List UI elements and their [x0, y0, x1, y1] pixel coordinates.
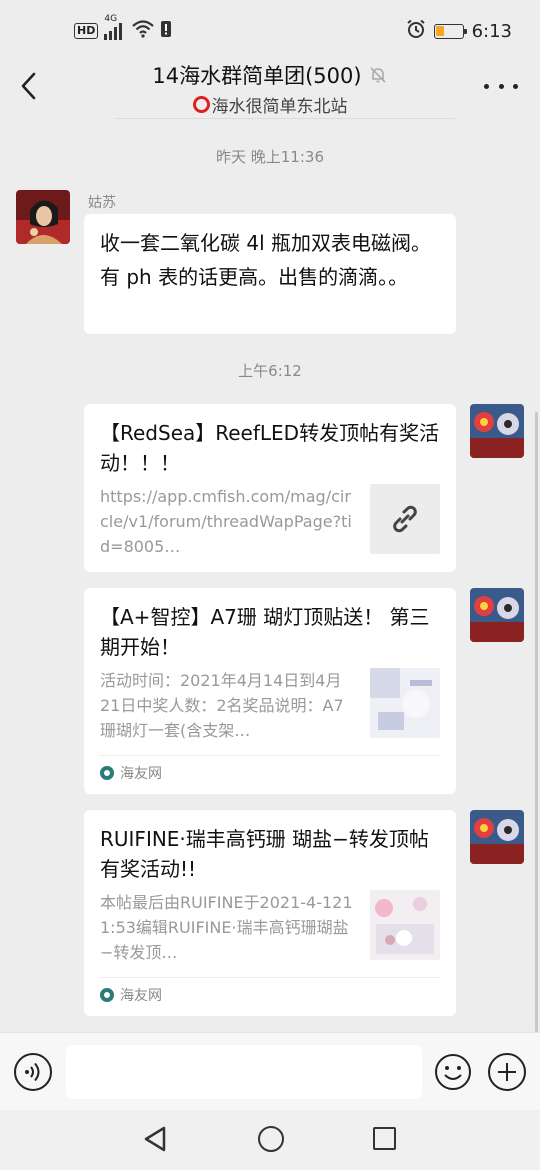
- source-logo-icon: [100, 765, 114, 780]
- link-card[interactable]: 【A+智控】A7珊 瑚灯顶贴送！ 第三期开始！ 活动时间：2021年4月14日到…: [84, 588, 456, 794]
- card-thumbnail: [370, 668, 440, 738]
- network-label: 4G: [104, 14, 118, 24]
- emoji-button[interactable]: [434, 1053, 472, 1091]
- card-title: 【RedSea】ReefLED转发顶帖有奖活动！！！: [100, 421, 440, 475]
- avatar[interactable]: [16, 190, 70, 244]
- card-desc: 本帖最后由RUIFINE于2021-4-1211:53编辑RUIFINE·瑞丰高…: [100, 893, 353, 962]
- emoji-icon: [435, 1054, 471, 1090]
- hd-badge: HD: [74, 23, 99, 39]
- timestamp: 昨天 晚上11:36: [216, 148, 324, 166]
- message-text: 收一套二氧化碳 4l 瓶加双表电磁阀。有 ph 表的话更高。出售的滴滴。。: [100, 231, 431, 289]
- scrollbar[interactable]: [535, 412, 538, 1032]
- chat-subtitle: 海水很简单东北站: [211, 97, 348, 117]
- system-nav-bar: [0, 1110, 540, 1170]
- text-message[interactable]: 收一套二氧化碳 4l 瓶加双表电磁阀。有 ph 表的话更高。出售的滴滴。。: [84, 214, 456, 334]
- red-ring-icon: [192, 96, 210, 113]
- sender-name: 姑苏: [88, 195, 116, 211]
- nav-back-icon[interactable]: [142, 1125, 168, 1153]
- source-logo-icon: [100, 987, 114, 1002]
- wifi-icon: [132, 19, 155, 43]
- source-name: 海友网: [120, 765, 162, 782]
- header-divider: [115, 118, 455, 119]
- card-title: 【A+智控】A7珊 瑚灯顶贴送！ 第三期开始！: [100, 605, 430, 659]
- timestamp: 上午6:12: [238, 362, 302, 380]
- avatar-self[interactable]: [470, 588, 524, 642]
- card-title: RUIFINE·瑞丰高钙珊 瑚盐−转发顶帖有奖活动!!: [100, 827, 429, 881]
- card-desc: https://app.cmfish.com/mag/circle/v1/for…: [100, 487, 352, 556]
- avatar-self[interactable]: [470, 810, 524, 864]
- chat-subtitle-row: 海水很简单东北站: [192, 92, 348, 117]
- chat-title: 14海水群简单团(500): [152, 64, 362, 88]
- nav-recent-icon[interactable]: [373, 1127, 396, 1150]
- plus-button[interactable]: [488, 1053, 526, 1091]
- card-body: https://app.cmfish.com/mag/circle/v1/for…: [100, 484, 440, 559]
- status-right: 6:13: [406, 19, 512, 44]
- link-card[interactable]: 【RedSea】ReefLED转发顶帖有奖活动！！！ https://app.c…: [84, 404, 456, 572]
- more-dot: [484, 83, 489, 89]
- network-4g-icon: 4G: [104, 14, 126, 40]
- message-input[interactable]: [66, 1045, 422, 1099]
- chat-header: 14海水群简单团(500) 海水很简单东北站: [0, 56, 540, 119]
- input-bar: [0, 1032, 540, 1110]
- status-left: HD 4G: [74, 14, 172, 43]
- link-icon: [393, 505, 417, 533]
- status-bar: HD 4G 6:13: [0, 0, 540, 62]
- battery-fill: [436, 26, 444, 36]
- battery-icon: [433, 23, 467, 39]
- chat-title-row[interactable]: 14海水群简单团(500): [152, 60, 387, 90]
- voice-button[interactable]: [14, 1053, 52, 1091]
- avatar-self[interactable]: [470, 404, 524, 458]
- status-time: 6:13: [471, 20, 512, 42]
- card-thumbnail: [370, 484, 440, 554]
- link-card[interactable]: RUIFINE·瑞丰高钙珊 瑚盐−转发顶帖有奖活动!! 本帖最后由RUIFINE…: [84, 810, 456, 1016]
- card-body: 活动时间：2021年4月14日到4月21日中奖人数：2名奖品说明：A7珊瑚灯一套…: [100, 668, 440, 743]
- more-dot: [513, 83, 518, 89]
- more-dot: [498, 83, 504, 89]
- nav-home-icon[interactable]: [258, 1126, 284, 1152]
- alarm-clock-icon: [406, 19, 426, 44]
- card-body: 本帖最后由RUIFINE于2021-4-1211:53编辑RUIFINE·瑞丰高…: [100, 890, 440, 965]
- card-thumbnail: [370, 890, 440, 960]
- title-wrap: 14海水群简单团(500) 海水很简单东北站: [0, 60, 540, 117]
- mute-bell-icon: [370, 67, 386, 83]
- more-button[interactable]: [484, 72, 518, 100]
- card-source: 海友网: [100, 755, 440, 789]
- voice-icon: [25, 1062, 40, 1082]
- alert-icon: [160, 20, 172, 43]
- source-name: 海友网: [120, 987, 162, 1004]
- card-source: 海友网: [100, 977, 440, 1011]
- card-desc: 活动时间：2021年4月14日到4月21日中奖人数：2名奖品说明：A7珊瑚灯一套…: [100, 671, 344, 740]
